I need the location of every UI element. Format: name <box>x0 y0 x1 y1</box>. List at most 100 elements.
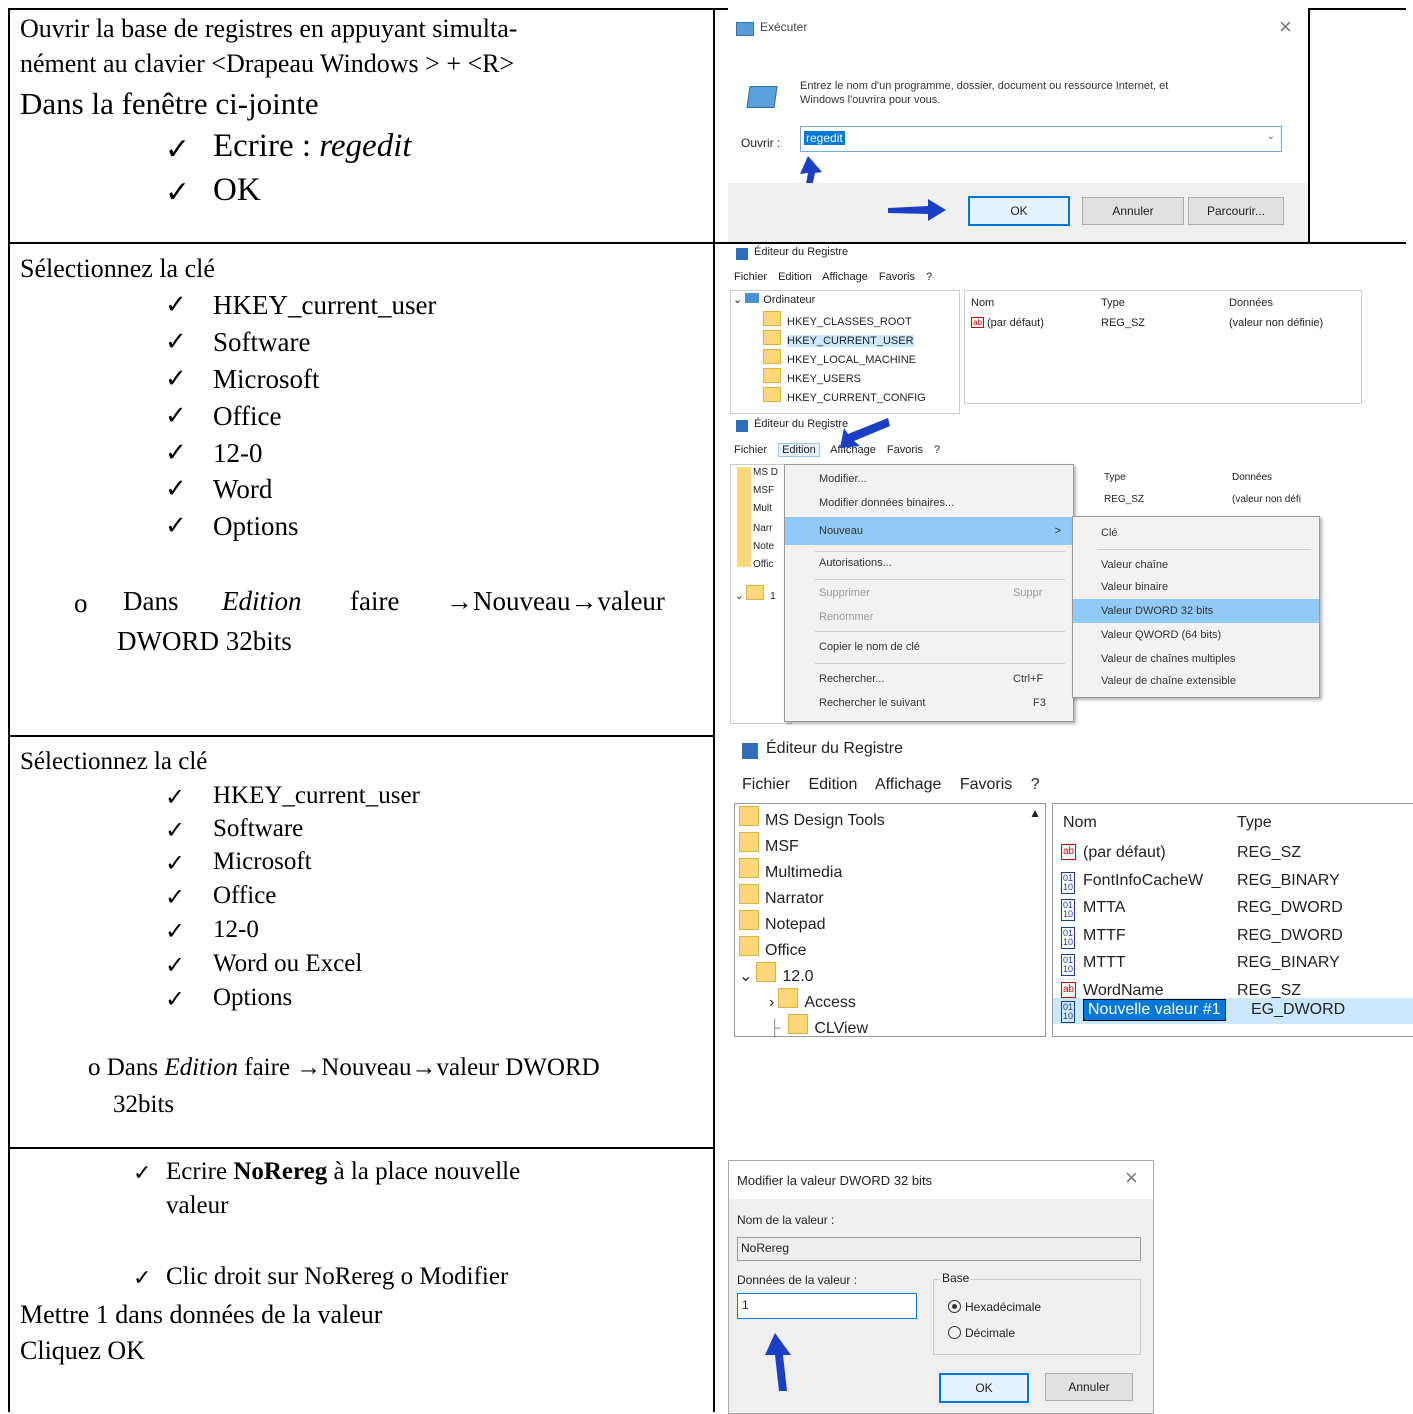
tree-item[interactable]: Office <box>739 936 807 960</box>
tree-item[interactable]: ⌄ 12.0 <box>739 962 814 986</box>
submenu-item-dword[interactable]: Valeur DWORD 32 bits <box>1073 599 1319 623</box>
radio-hex[interactable]: Hexadécimale <box>948 1300 1041 1314</box>
value-row[interactable]: 01 10 MTTT REG_BINARY <box>1053 952 1413 976</box>
tree-computer[interactable]: ⌄ Ordinateur <box>733 293 815 306</box>
col-type-header[interactable]: Type <box>1104 472 1126 483</box>
tree-item-label: MS Design Tools <box>765 812 885 829</box>
menu-separator <box>815 663 1065 664</box>
col-type-header[interactable]: Type <box>1237 814 1272 832</box>
tree-item[interactable]: HKEY_USERS <box>763 368 861 385</box>
menu-item-renommer[interactable]: Renommer <box>785 611 1073 623</box>
browse-button[interactable]: Parcourir... <box>1188 197 1284 225</box>
menu-fichier[interactable]: Fichier <box>734 444 767 456</box>
menu-item-rechercher-suivant[interactable]: Rechercher le suivant F3 <box>785 697 1073 709</box>
col-type-header[interactable]: Type <box>1101 297 1125 309</box>
chevron-up-icon[interactable]: ▲ <box>1029 806 1041 820</box>
tree-stub[interactable]: Mult <box>753 503 772 514</box>
menu-item-nouveau[interactable]: Nouveau > <box>785 517 1073 545</box>
cancel-button[interactable]: Annuler <box>1082 197 1184 225</box>
tree-stub[interactable]: Narr <box>753 523 772 534</box>
tree-pane: ⌄ Ordinateur HKEY_CLASSES_ROOT HKEY_CURR… <box>730 290 960 414</box>
tree-item[interactable]: › Access <box>769 988 856 1012</box>
tree-item[interactable]: MSF <box>739 832 799 856</box>
menu-help[interactable]: ? <box>926 271 932 283</box>
radio-dec[interactable]: Décimale <box>948 1326 1015 1340</box>
submenu-item-binaire[interactable]: Valeur binaire <box>1073 581 1319 593</box>
submenu-item-extensible[interactable]: Valeur de chaîne extensible <box>1073 675 1319 687</box>
close-icon[interactable]: × <box>1279 14 1292 40</box>
row2-key-4: Office <box>213 401 282 431</box>
value-row[interactable]: 01 10 MTTF REG_DWORD <box>1053 925 1413 949</box>
menu-affichage[interactable]: Affichage <box>875 776 941 793</box>
tree-item-selected[interactable]: HKEY_CURRENT_USER <box>763 330 914 347</box>
menu-fichier[interactable]: Fichier <box>734 271 767 283</box>
tree-item[interactable]: HKEY_CURRENT_CONFIG <box>763 387 926 404</box>
string-value-icon: ab <box>1061 844 1077 860</box>
menu-item-autorisations[interactable]: Autorisations... <box>785 557 1073 569</box>
close-icon[interactable]: × <box>1125 1165 1138 1191</box>
open-input[interactable]: regedit ⌄ <box>800 126 1282 152</box>
value-row[interactable]: 01 10 MTTA REG_DWORD <box>1053 897 1413 921</box>
tree-item-label: HKEY_CURRENT_USER <box>787 335 914 347</box>
value-name[interactable]: (par défaut) <box>987 317 1044 329</box>
value-row[interactable]: 01 10 FontInfoCacheW REG_BINARY <box>1053 870 1413 894</box>
tree-stub[interactable]: MS D <box>753 467 778 478</box>
tree-item[interactable]: Narrator <box>739 884 824 908</box>
run-icon-small <box>736 22 754 36</box>
new-value-row[interactable]: 01 10 Nouvelle valeur #1 EG_DWORD <box>1053 998 1413 1024</box>
menu-favoris[interactable]: Favoris <box>879 271 915 283</box>
chevron-right-icon: › <box>769 994 775 1011</box>
folder-icon <box>746 585 765 600</box>
tree-stub[interactable]: Offic <box>753 559 773 570</box>
menu-item-rechercher[interactable]: Rechercher... Ctrl+F <box>785 673 1073 685</box>
tree-stub[interactable]: MSF <box>753 485 774 496</box>
menu-item-supprimer[interactable]: Supprimer Suppr <box>785 587 1073 599</box>
menu-bar: Fichier Edition Affichage Favoris ? <box>734 271 932 283</box>
col-name-header[interactable]: Nom <box>1063 814 1097 832</box>
new-value-name-input[interactable]: Nouvelle valeur #1 <box>1083 999 1226 1021</box>
submenu-item-qword[interactable]: Valeur QWORD (64 bits) <box>1073 629 1319 641</box>
cancel-button[interactable]: Annuler <box>1045 1373 1133 1401</box>
menu-affichage[interactable]: Affichage <box>822 271 868 283</box>
tree-stub[interactable]: Note <box>753 541 774 552</box>
tree-stub[interactable]: ⌄ 1 <box>735 585 776 602</box>
tree-item[interactable]: MS Design Tools <box>739 806 885 830</box>
submenu-item-cle[interactable]: Clé <box>1073 527 1319 539</box>
check-icon: ✓ <box>165 290 187 319</box>
menu-edition[interactable]: Edition <box>778 443 820 457</box>
radio-hex-label: Hexadécimale <box>965 1300 1042 1314</box>
row2-key-5: 12-0 <box>213 438 263 468</box>
ok-button[interactable]: OK <box>939 1373 1029 1403</box>
value-row[interactable]: ab (par défaut) REG_SZ <box>1053 842 1413 866</box>
col-name-header[interactable]: Nom <box>971 297 994 309</box>
value-name-field[interactable]: NoRereg <box>737 1237 1141 1261</box>
menu-item-modifier-binaire[interactable]: Modifier données binaires... <box>785 497 1073 509</box>
submenu-item-chaine[interactable]: Valeur chaîne <box>1073 559 1319 571</box>
menu-edition[interactable]: Edition <box>808 776 857 793</box>
base-label: Base <box>940 1271 972 1285</box>
value-data: (valeur non défi <box>1232 494 1301 505</box>
menu-item-modifier[interactable]: Modifier... <box>785 473 1073 485</box>
ok-button[interactable]: OK <box>968 196 1070 226</box>
chevron-down-icon[interactable]: ⌄ <box>1267 131 1275 142</box>
menu-favoris[interactable]: Favoris <box>960 776 1012 793</box>
value-name: MTTA <box>1083 899 1126 916</box>
menu-fichier[interactable]: Fichier <box>742 776 790 793</box>
value-data-field[interactable]: 1 <box>737 1293 917 1319</box>
col-data-header[interactable]: Données <box>1232 472 1272 483</box>
menu-item-copier-nom[interactable]: Copier le nom de clé <box>785 641 1073 653</box>
menu-help[interactable]: ? <box>934 444 940 456</box>
menu-favoris[interactable]: Favoris <box>887 444 923 456</box>
tree-item[interactable]: Multimedia <box>739 858 842 882</box>
tree-item[interactable]: ├ CLView <box>769 1014 868 1038</box>
submenu-item-multi[interactable]: Valeur de chaînes multiples <box>1073 653 1319 665</box>
menu-help[interactable]: ? <box>1031 776 1040 793</box>
col-data-header[interactable]: Données <box>1229 297 1273 309</box>
tree-item[interactable]: HKEY_LOCAL_MACHINE <box>763 349 916 366</box>
check-icon: ✓ <box>165 133 191 166</box>
string-value-icon: ab <box>1061 981 1077 998</box>
tree-item[interactable]: HKEY_CLASSES_ROOT <box>763 311 912 328</box>
value-type: REG_SZ <box>1101 317 1146 329</box>
tree-item[interactable]: Notepad <box>739 910 826 934</box>
menu-edition[interactable]: Edition <box>778 271 812 283</box>
